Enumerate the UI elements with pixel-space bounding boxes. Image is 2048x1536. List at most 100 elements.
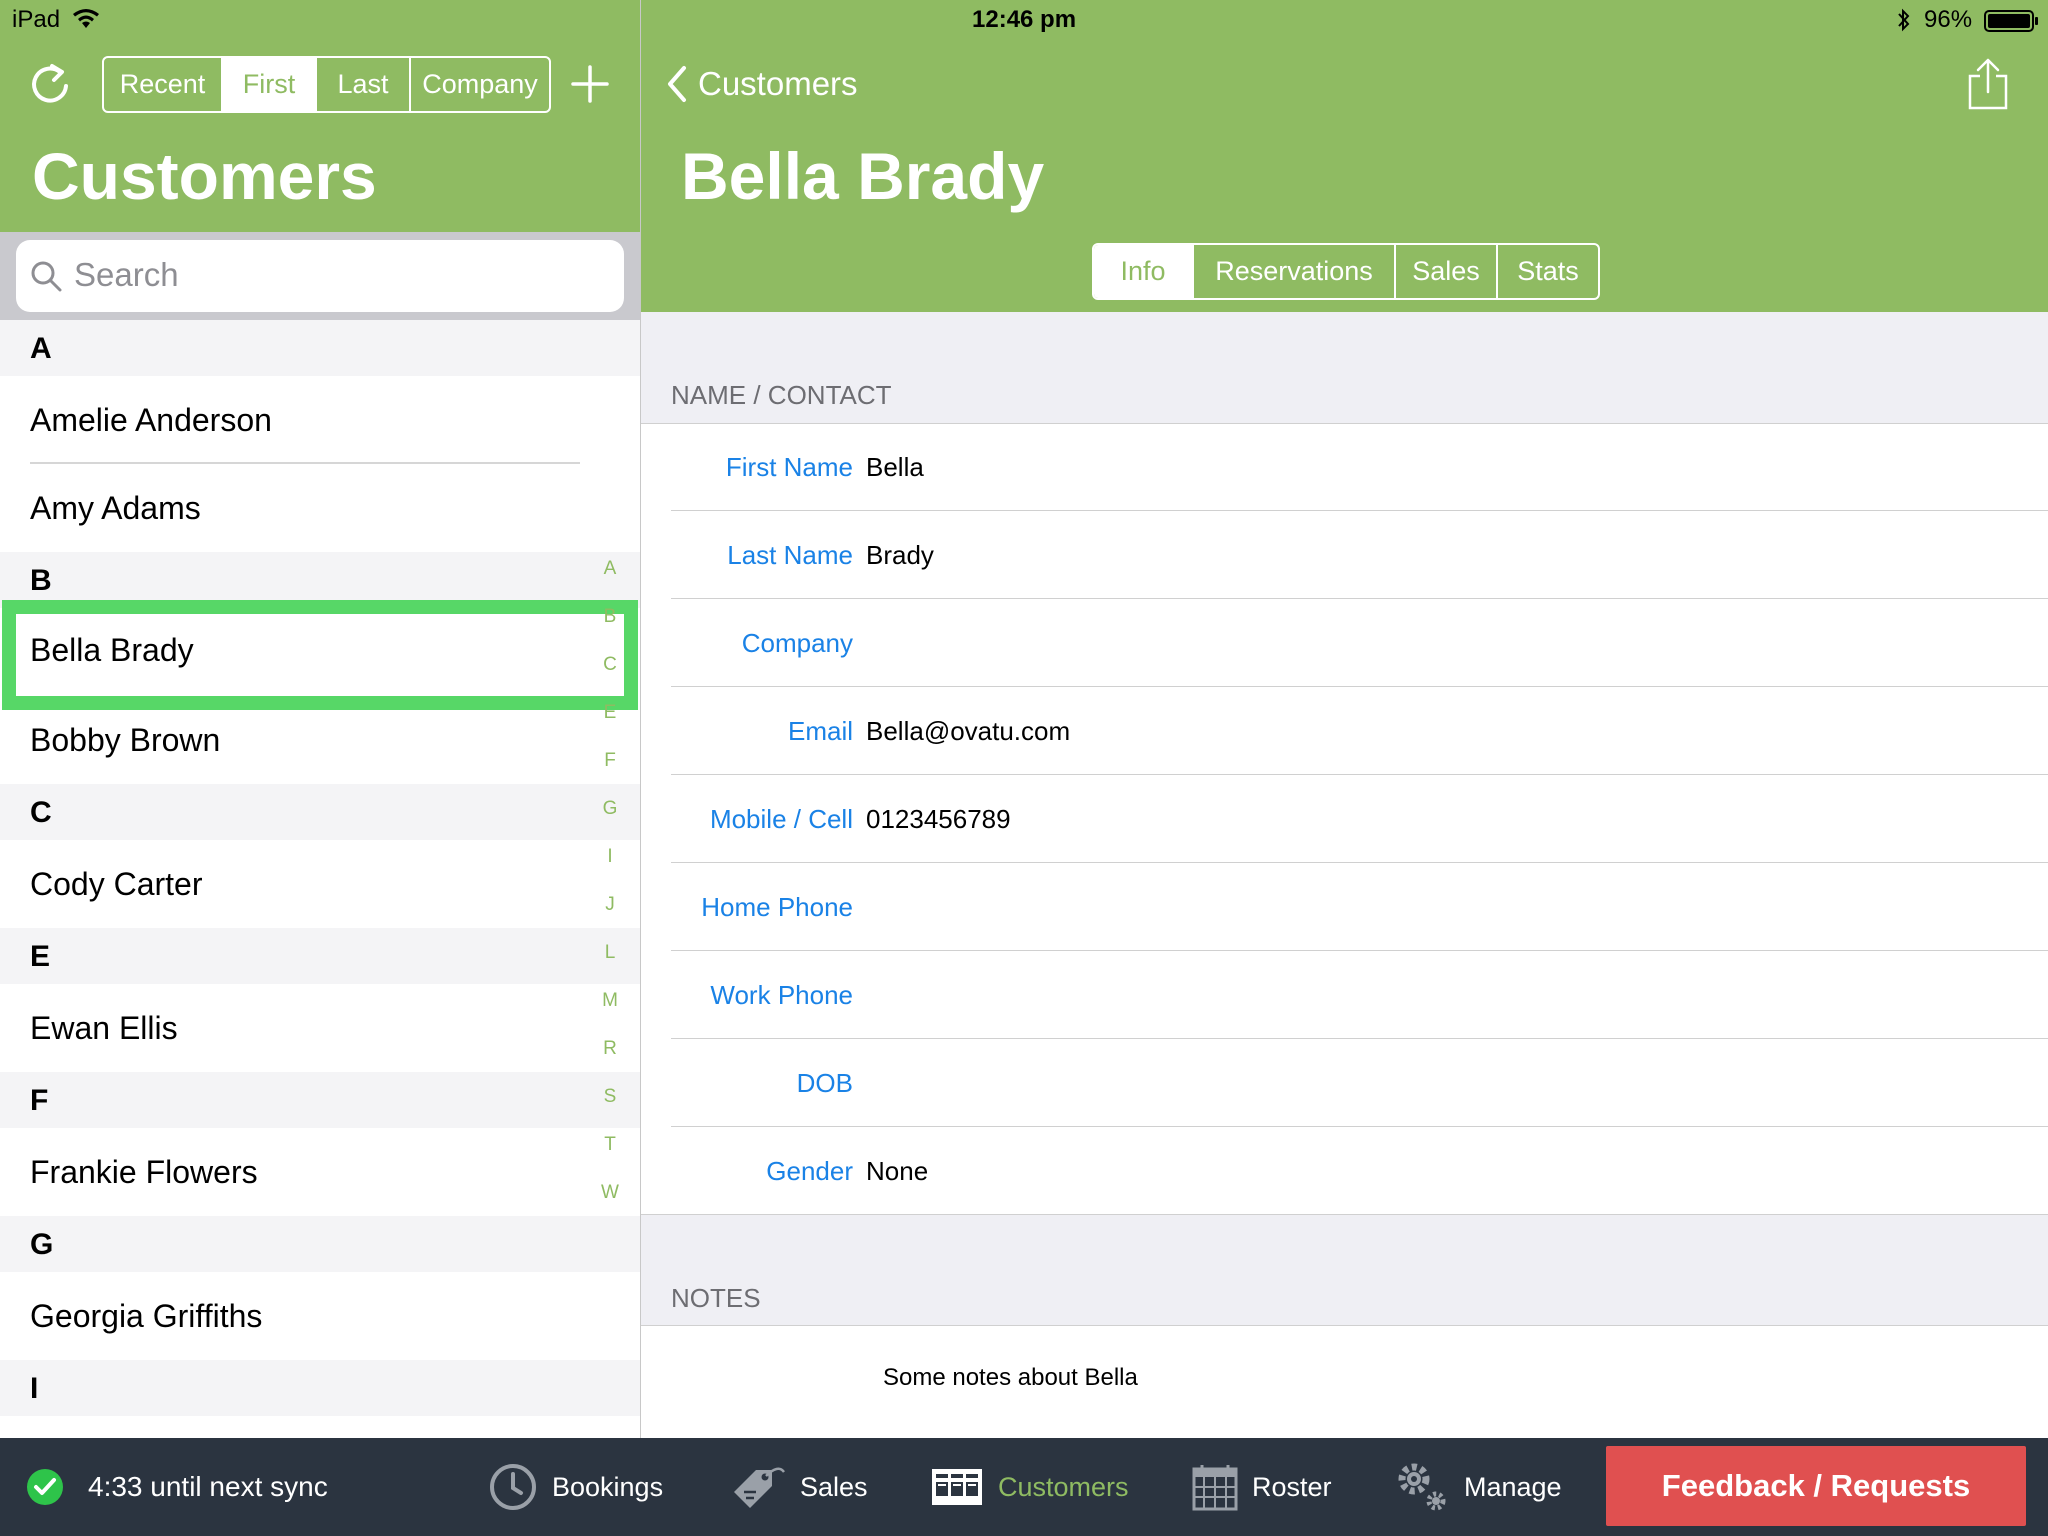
section-letter: B bbox=[30, 564, 52, 597]
back-label: Customers bbox=[698, 65, 858, 102]
notes-section-header: NOTES bbox=[671, 1283, 761, 1313]
wifi-icon bbox=[73, 9, 99, 28]
tab-manage[interactable]: Manage bbox=[1394, 1438, 1562, 1536]
tab-roster[interactable]: Roster bbox=[1192, 1438, 1332, 1536]
tab-customers[interactable]: Customers bbox=[930, 1438, 1129, 1536]
customer-name: Cody Carter bbox=[30, 866, 203, 902]
tab-bookings[interactable]: Bookings bbox=[488, 1438, 663, 1536]
field-label-mobile: Mobile / Cell bbox=[709, 804, 853, 834]
feedback-requests-button[interactable]: Feedback / Requests bbox=[1606, 1446, 2026, 1526]
tab-sales[interactable]: Sales bbox=[1396, 245, 1498, 298]
section-letter: G bbox=[30, 1228, 54, 1261]
field-value-gender[interactable]: None bbox=[866, 1156, 928, 1187]
section-separator bbox=[641, 423, 2048, 424]
segment-label: First bbox=[242, 69, 296, 99]
list-item[interactable]: Amy Adams bbox=[0, 464, 640, 552]
section-header-f: F bbox=[0, 1072, 640, 1128]
index-letter-f[interactable]: F bbox=[596, 750, 624, 772]
field-label-home-phone: Home Phone bbox=[701, 892, 853, 922]
field-separator bbox=[671, 862, 2048, 863]
notes-section-band bbox=[641, 1214, 2048, 1326]
section-letter: F bbox=[30, 1084, 49, 1117]
index-letter-b[interactable]: B bbox=[596, 606, 624, 628]
field-label-work-phone: Work Phone bbox=[710, 980, 853, 1010]
tab-label: Customers bbox=[998, 1471, 1129, 1502]
field-label-first-name: First Name bbox=[725, 452, 853, 482]
field-separator bbox=[671, 950, 2048, 951]
selection-highlight bbox=[2, 600, 638, 710]
index-letter-a[interactable]: A bbox=[596, 558, 624, 580]
customer-name: Amy Adams bbox=[30, 490, 201, 526]
field-value-mobile[interactable]: 0123456789 bbox=[866, 804, 1011, 835]
index-letter-j[interactable]: J bbox=[596, 894, 624, 916]
list-item[interactable]: Georgia Griffiths bbox=[0, 1272, 640, 1360]
bluetooth-icon bbox=[1898, 8, 1910, 32]
customer-name: Ewan Ellis bbox=[30, 1010, 178, 1046]
tab-label: Sales bbox=[800, 1471, 868, 1502]
section-letter: C bbox=[30, 796, 52, 829]
field-separator bbox=[671, 1126, 2048, 1127]
segment-label: Company bbox=[422, 69, 538, 99]
list-item[interactable]: Amelie Anderson bbox=[0, 376, 640, 464]
field-separator bbox=[671, 1038, 2048, 1039]
search-icon bbox=[31, 261, 62, 292]
chevron-left-icon bbox=[668, 66, 686, 102]
field-value-last-name[interactable]: Brady bbox=[866, 540, 934, 571]
index-letter-w[interactable]: W bbox=[596, 1182, 624, 1204]
add-icon[interactable] bbox=[570, 64, 610, 104]
list-item bbox=[0, 1416, 640, 1438]
customer-name-title: Bella Brady bbox=[681, 139, 1045, 213]
gears-icon bbox=[1398, 1463, 1446, 1511]
customer-name: Bobby Brown bbox=[30, 722, 221, 758]
detail-tabs: Info Reservations Sales Stats bbox=[1092, 243, 1600, 300]
index-letter-s[interactable]: S bbox=[596, 1086, 624, 1108]
list-item[interactable]: Cody Carter bbox=[0, 840, 640, 928]
index-letter-r[interactable]: R bbox=[596, 1038, 624, 1060]
index-letter-l[interactable]: L bbox=[596, 942, 624, 964]
refresh-icon[interactable] bbox=[28, 60, 72, 106]
list-item[interactable]: Frankie Flowers bbox=[0, 1128, 640, 1216]
back-button[interactable]: Customers bbox=[664, 62, 858, 106]
index-letter-c[interactable]: C bbox=[596, 654, 624, 676]
customers-title: Customers bbox=[32, 139, 377, 213]
index-letter-m[interactable]: M bbox=[596, 990, 624, 1012]
status-bar: iPad 12:46 pm 96% bbox=[0, 0, 2048, 42]
section-letter: A bbox=[30, 332, 52, 365]
battery-percent: 96% bbox=[1924, 6, 1973, 33]
tab-reservations[interactable]: Reservations bbox=[1194, 245, 1396, 298]
field-value-email[interactable]: Bella@ovatu.com bbox=[866, 716, 1070, 747]
field-separator bbox=[671, 598, 2048, 599]
section-header-a: A bbox=[0, 320, 640, 376]
field-label-gender: Gender bbox=[766, 1156, 853, 1186]
field-label-email: Email bbox=[787, 716, 853, 746]
contact-section-header: NAME / CONTACT bbox=[671, 380, 892, 410]
segment-last[interactable]: Last bbox=[317, 58, 411, 111]
customer-name: Frankie Flowers bbox=[30, 1154, 258, 1190]
tab-label: Roster bbox=[1252, 1471, 1332, 1502]
sync-text: 4:33 until next sync bbox=[88, 1471, 328, 1502]
list-item[interactable]: Ewan Ellis bbox=[0, 984, 640, 1072]
search-placeholder: Search bbox=[74, 256, 179, 293]
section-header-c: C bbox=[0, 784, 640, 840]
index-letter-e[interactable]: E bbox=[596, 702, 624, 724]
tab-stats[interactable]: Stats bbox=[1498, 245, 1598, 298]
notes-text[interactable]: Some notes about Bella bbox=[883, 1364, 1138, 1392]
sort-segmented-control: Recent First Last Company bbox=[102, 56, 551, 113]
index-letter-i[interactable]: I bbox=[596, 846, 624, 868]
index-letter-t[interactable]: T bbox=[596, 1134, 624, 1156]
tab-sales-nav[interactable]: Sales bbox=[728, 1438, 868, 1536]
field-separator bbox=[671, 686, 2048, 687]
index-letter-g[interactable]: G bbox=[596, 798, 624, 820]
tab-label: Info bbox=[1120, 256, 1166, 286]
segment-first[interactable]: First bbox=[223, 58, 317, 111]
section-header-i: I bbox=[0, 1360, 640, 1416]
field-value-first-name[interactable]: Bella bbox=[866, 452, 924, 483]
segment-company[interactable]: Company bbox=[411, 58, 549, 111]
segment-recent[interactable]: Recent bbox=[104, 58, 223, 111]
share-icon[interactable] bbox=[1966, 56, 2010, 112]
tab-info[interactable]: Info bbox=[1094, 245, 1194, 298]
clock-icon bbox=[490, 1464, 536, 1510]
sync-status: 4:33 until next sync bbox=[26, 1438, 328, 1536]
tag-icon bbox=[734, 1467, 785, 1508]
check-circle-icon bbox=[27, 1469, 63, 1505]
